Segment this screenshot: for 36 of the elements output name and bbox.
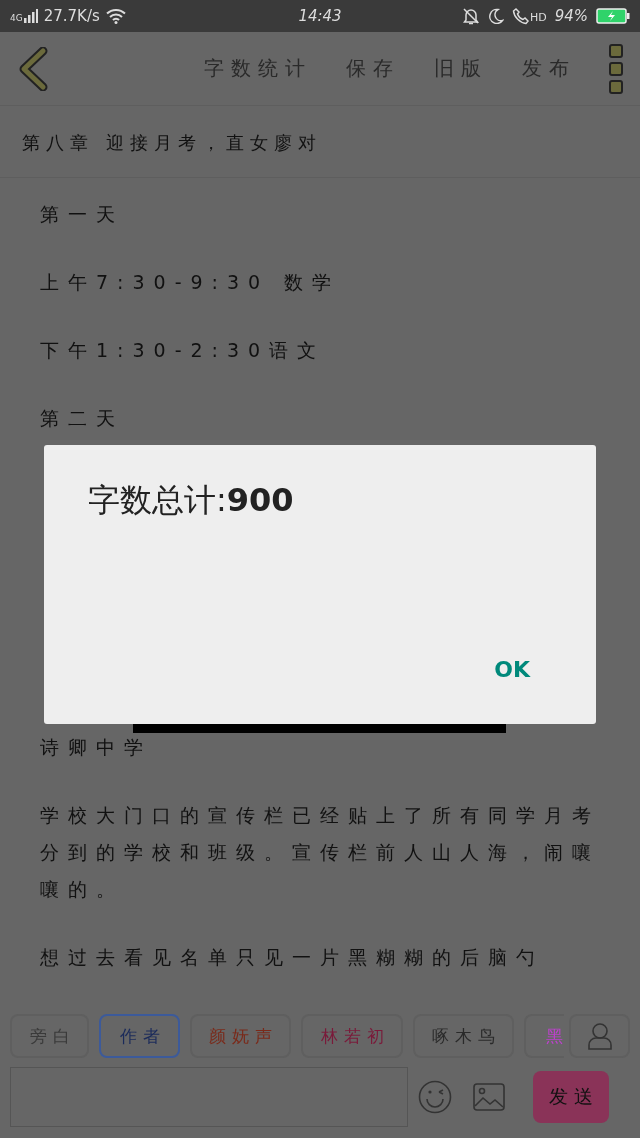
battery-level: 94% bbox=[554, 7, 588, 25]
hd-label: HD bbox=[529, 11, 547, 24]
toolbar-action[interactable]: 发布 bbox=[522, 51, 576, 86]
paragraph: 下午1:30-2:30语文 bbox=[39, 338, 327, 363]
back-icon[interactable] bbox=[18, 46, 48, 91]
wifi-icon bbox=[105, 8, 126, 24]
send-button[interactable]: 发送 bbox=[533, 1071, 609, 1123]
toolbar-action[interactable]: 字数统计 bbox=[204, 51, 312, 86]
phone-icon bbox=[511, 7, 530, 25]
toolbar-action[interactable]: 保存 bbox=[346, 51, 400, 86]
image-icon[interactable] bbox=[473, 1083, 505, 1111]
dialog-message: 字数总计:900 bbox=[88, 480, 295, 521]
paragraph: 想过去看见名单只见一片黑糊糊的后脑勺 bbox=[39, 945, 545, 970]
person-button[interactable] bbox=[569, 1014, 630, 1058]
smiley-icon[interactable] bbox=[418, 1080, 452, 1114]
role-chip[interactable]: 颜妩声 bbox=[190, 1014, 291, 1058]
battery-icon bbox=[596, 8, 630, 24]
network-type: 4G bbox=[10, 14, 23, 23]
person-icon bbox=[587, 1022, 612, 1050]
role-chip[interactable]: 黑 bbox=[524, 1014, 564, 1058]
paragraph: 第一天 bbox=[39, 202, 125, 227]
paragraph: 诗卿中学 bbox=[39, 735, 153, 760]
moon-icon bbox=[487, 8, 504, 24]
paragraph: 上午7:30-9:30 数学 bbox=[39, 270, 342, 295]
role-chip[interactable]: 作者 bbox=[99, 1014, 180, 1058]
more-menu-icon[interactable] bbox=[608, 42, 624, 95]
paragraph: 学校大门口的宣传栏已经贴上了所有同学月考分到的学校和班级。宣传栏前人山人海，闹嚷嚷的。 bbox=[39, 803, 601, 902]
mute-bell-icon bbox=[461, 7, 480, 25]
clock: 14:43 bbox=[298, 7, 342, 25]
toolbar-action[interactable]: 旧版 bbox=[434, 51, 488, 86]
role-chip[interactable]: 啄木鸟 bbox=[413, 1014, 514, 1058]
network-speed: 27.7K/s bbox=[43, 7, 100, 25]
role-chip[interactable]: 林若初 bbox=[301, 1014, 403, 1058]
paragraph: 第二天 bbox=[39, 406, 125, 431]
chapter-title: 第八章 迎接月考，直女廖对 bbox=[0, 106, 640, 178]
ok-button[interactable]: OK bbox=[490, 655, 534, 684]
